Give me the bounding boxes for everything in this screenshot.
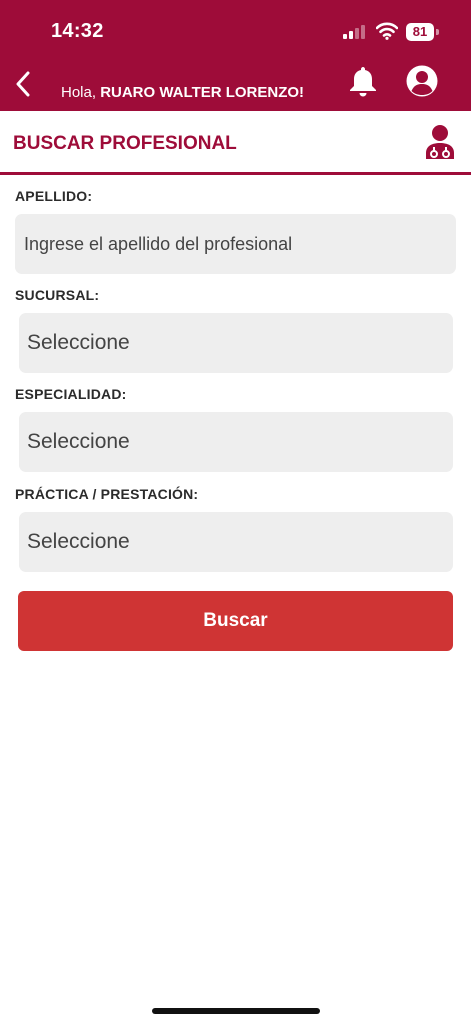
wifi-icon (376, 22, 398, 40)
home-indicator (152, 1008, 320, 1014)
practica-selected-value: Seleccione (27, 530, 130, 553)
profile-button[interactable] (405, 64, 439, 98)
doctor-icon (426, 125, 454, 159)
user-name: RUARO WALTER LORENZO! (100, 84, 305, 101)
greeting-prefix: Hola, (61, 84, 101, 101)
greeting: Hola, RUARO WALTER LORENZO! (61, 84, 304, 101)
cellular-signal-icon (343, 25, 367, 39)
back-button[interactable] (8, 66, 38, 102)
chevron-left-icon (16, 71, 30, 97)
section-header: BUSCAR PROFESIONAL (0, 111, 471, 175)
especialidad-label: ESPECIALIDAD: (15, 386, 127, 402)
page-title: BUSCAR PROFESIONAL (13, 133, 237, 154)
practica-label: PRÁCTICA / PRESTACIÓN: (15, 486, 199, 502)
sucursal-selected-value: Seleccione (27, 331, 130, 354)
sucursal-label: SUCURSAL: (15, 287, 100, 303)
bell-icon (350, 67, 376, 97)
sucursal-select[interactable]: Seleccione (19, 313, 453, 373)
notifications-button[interactable] (347, 64, 379, 98)
apellido-input[interactable]: Ingrese el apellido del profesional (15, 214, 456, 274)
app-header: 14:32 81 Hola, RUARO WALTER LORENZO! (0, 0, 471, 111)
especialidad-select[interactable]: Seleccione (19, 412, 453, 472)
battery-indicator: 81 (406, 23, 434, 41)
practica-select[interactable]: Seleccione (19, 512, 453, 572)
user-circle-icon (406, 65, 438, 97)
status-time: 14:32 (51, 20, 104, 42)
battery-tip (436, 29, 439, 35)
especialidad-selected-value: Seleccione (27, 430, 130, 453)
apellido-placeholder: Ingrese el apellido del profesional (24, 233, 293, 254)
apellido-label: APELLIDO: (15, 188, 93, 204)
search-button[interactable]: Buscar (18, 591, 453, 651)
